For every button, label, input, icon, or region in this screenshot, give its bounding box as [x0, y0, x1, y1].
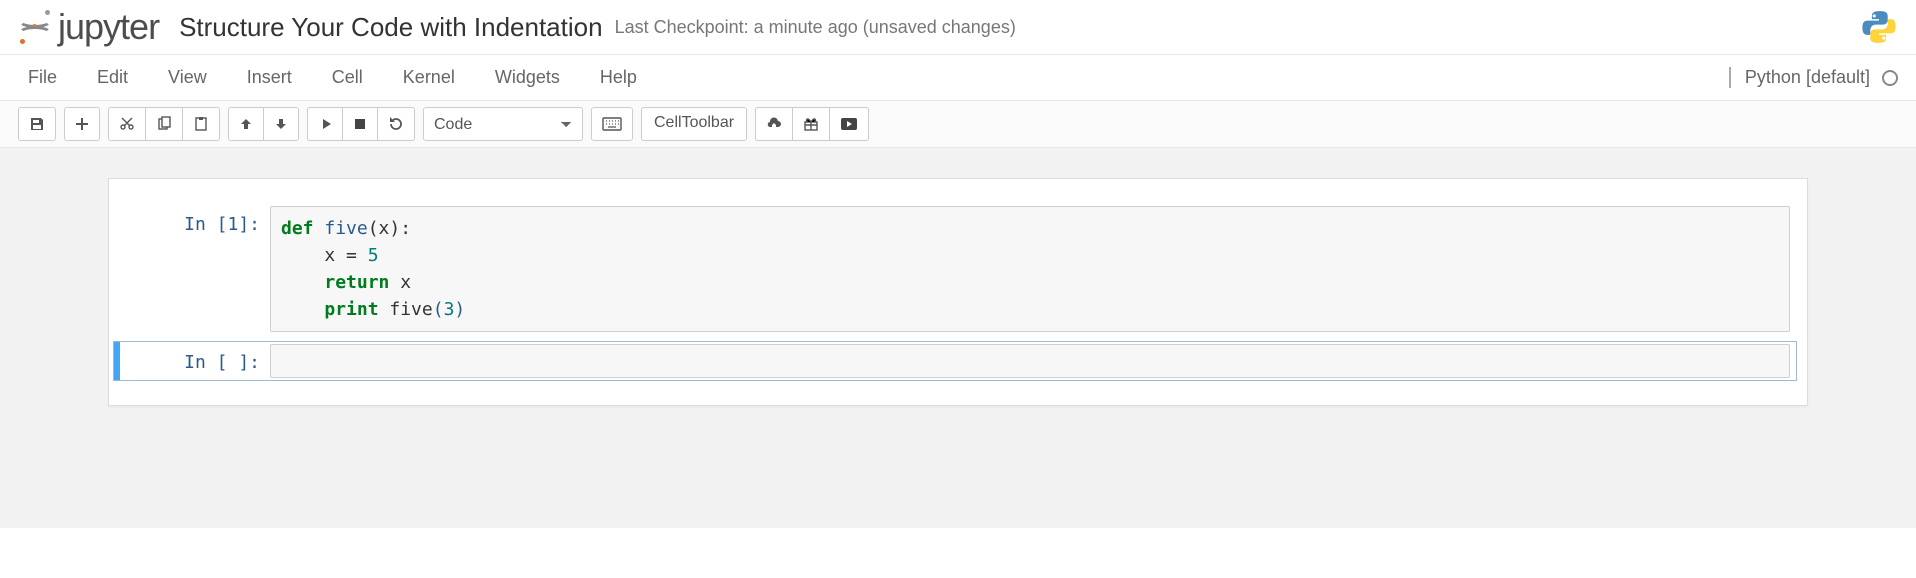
cell-toolbar-label: CellToolbar — [654, 114, 734, 131]
menu-help[interactable]: Help — [590, 61, 657, 94]
kernel-language-icon — [1860, 8, 1898, 46]
copy-button[interactable] — [145, 107, 183, 141]
menu-kernel[interactable]: Kernel — [393, 61, 475, 94]
toolbar: Code CellToolbar — [0, 101, 1916, 148]
save-button[interactable] — [18, 107, 56, 141]
code-input[interactable] — [270, 344, 1790, 378]
notebook: In [1]:def five(x): x = 5 return x print… — [108, 178, 1808, 406]
run-button[interactable] — [307, 107, 343, 141]
kernel-name: Python [default] — [1745, 67, 1870, 88]
code-cell[interactable]: In [1]:def five(x): x = 5 return x print… — [113, 203, 1797, 335]
restart-icon — [388, 116, 404, 132]
cell-prompt: In [1]: — [120, 206, 270, 332]
gift-icon — [803, 116, 819, 132]
cloud-upload-icon — [766, 116, 782, 132]
menubar: FileEditViewInsertCellKernelWidgetsHelp … — [0, 55, 1916, 101]
insert-cell-button[interactable] — [64, 107, 100, 141]
menu-widgets[interactable]: Widgets — [485, 61, 580, 94]
interrupt-button[interactable] — [342, 107, 378, 141]
cell-type-select[interactable]: Code — [423, 107, 583, 141]
move-up-button[interactable] — [228, 107, 264, 141]
notebook-container: In [1]:def five(x): x = 5 return x print… — [0, 148, 1916, 528]
extra-button-1[interactable] — [755, 107, 793, 141]
copy-icon — [156, 116, 172, 132]
keyboard-icon — [602, 117, 622, 131]
command-palette-button[interactable] — [591, 107, 633, 141]
arrow-up-icon — [239, 117, 253, 131]
code-cell[interactable]: In [ ]: — [113, 341, 1797, 381]
cell-toolbar-button[interactable]: CellToolbar — [641, 107, 747, 141]
presentation-icon — [840, 117, 858, 131]
arrow-down-icon — [274, 117, 288, 131]
menu-cell[interactable]: Cell — [322, 61, 383, 94]
restart-button[interactable] — [377, 107, 415, 141]
code-input[interactable]: def five(x): x = 5 return x print five(3… — [270, 206, 1790, 332]
plus-icon — [75, 117, 89, 131]
kernel-idle-icon — [1882, 70, 1898, 86]
jupyter-logo[interactable]: jupyter — [18, 6, 159, 48]
extra-button-2[interactable] — [792, 107, 830, 141]
jupyter-logo-text: jupyter — [58, 6, 159, 48]
menu-insert[interactable]: Insert — [237, 61, 312, 94]
menu-file[interactable]: File — [18, 61, 77, 94]
notebook-title[interactable]: Structure Your Code with Indentation — [179, 12, 603, 43]
menu-view[interactable]: View — [158, 61, 227, 94]
extra-button-3[interactable] — [829, 107, 869, 141]
kernel-status: Python [default] — [1729, 67, 1898, 88]
paste-button[interactable] — [182, 107, 220, 141]
cut-button[interactable] — [108, 107, 146, 141]
jupyter-logo-icon — [18, 10, 52, 44]
menu-edit[interactable]: Edit — [87, 61, 148, 94]
checkpoint-status: Last Checkpoint: a minute ago (unsaved c… — [615, 17, 1016, 38]
run-icon — [318, 117, 332, 131]
save-icon — [29, 116, 45, 132]
move-down-button[interactable] — [263, 107, 299, 141]
paste-icon — [193, 116, 209, 132]
header-bar: jupyter Structure Your Code with Indenta… — [0, 0, 1916, 55]
cut-icon — [119, 116, 135, 132]
stop-icon — [353, 117, 367, 131]
cell-prompt: In [ ]: — [120, 344, 270, 378]
